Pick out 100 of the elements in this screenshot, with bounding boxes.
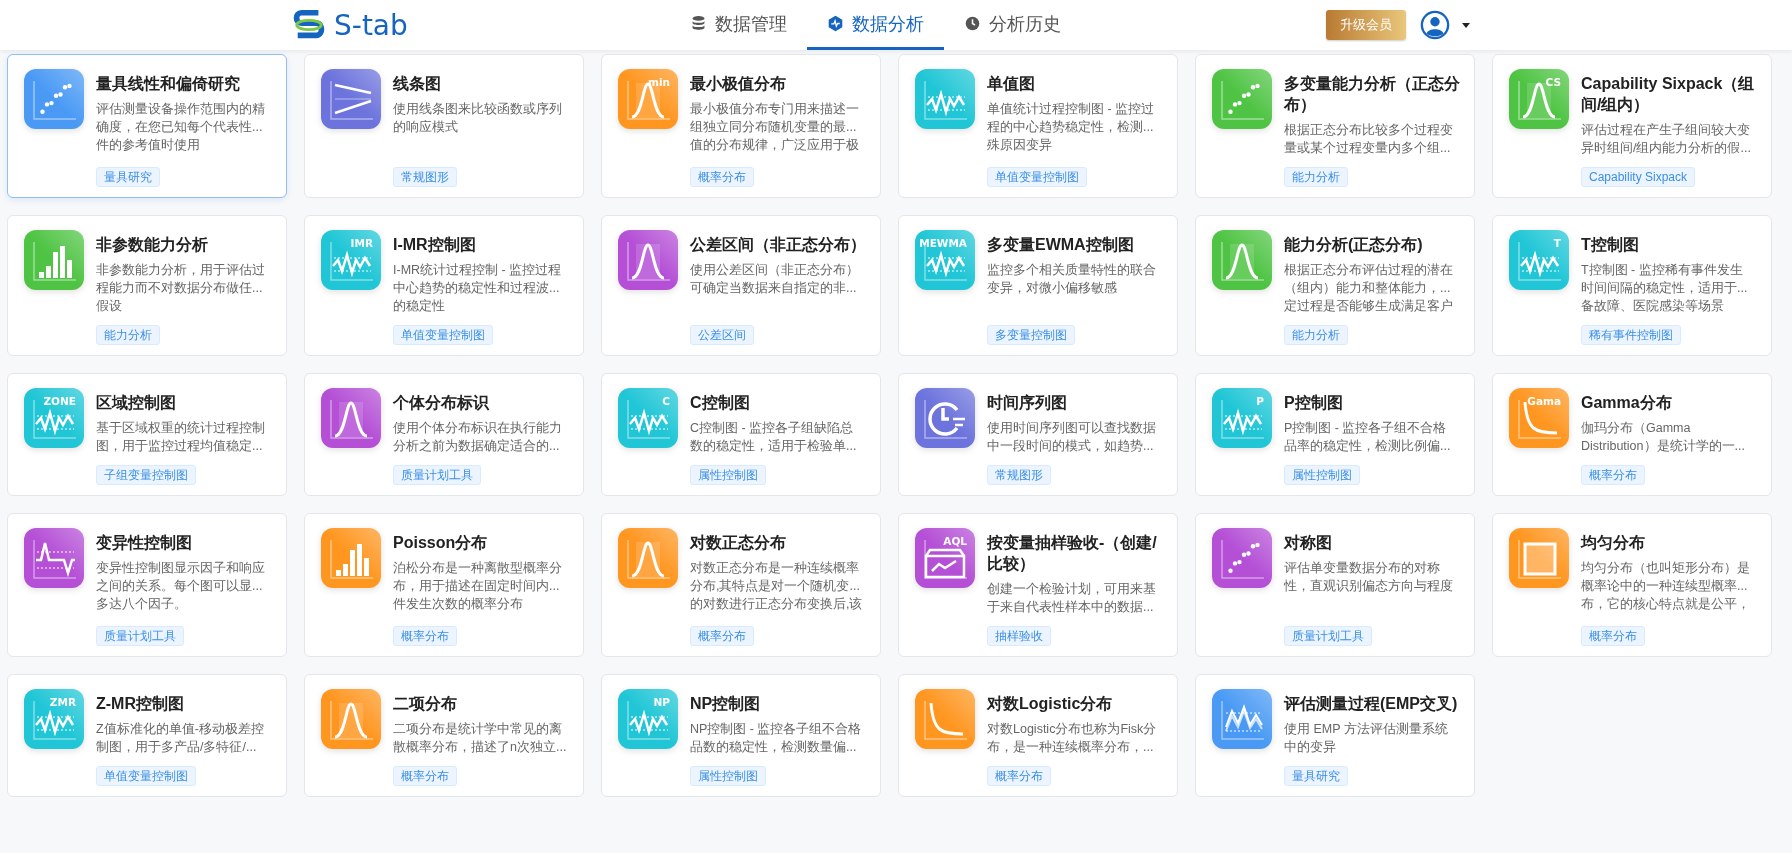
analysis-card[interactable]: IMR I-MR控制图 I-MR统计过程控制 - 监控过程 中心趋势的稳定性和过程波... 的稳定性 单值变量控制图 (304, 215, 584, 356)
card-title: 多变量能力分析（正态分布） (1284, 74, 1460, 115)
card-title: 均匀分布 (1581, 533, 1646, 553)
analysis-card[interactable]: 公差区间（非正态分布） 使用公差区间（非正态分布） 可确定当数据来自指定的非... 公差区间 (601, 215, 881, 356)
card-description: 使用时间序列图可以查找数据 中一段时间的模式，如趋势... (987, 420, 1157, 455)
analysis-card[interactable]: ZONE 区域控制图 基于区域权重的统计过程控制 图，用于监控过程均值稳定... 子组变量控制图 (7, 373, 287, 496)
category-tag: 属性控制图 (690, 766, 766, 786)
category-tag: 多变量控制图 (987, 325, 1075, 345)
category-tag: 能力分析 (1284, 325, 1348, 345)
clock-icon (963, 15, 981, 32)
card-description: 单值统计过程控制图 - 监控过 程的中心趋势稳定性，检测... 殊原因变异 (987, 101, 1156, 154)
card-title: 非参数能力分析 (96, 235, 209, 255)
nav-tab[interactable]: 数据分析 (806, 0, 944, 50)
card-title: Gamma分布 (1581, 393, 1673, 413)
analysis-card[interactable]: C C控制图 C控制图 - 监控各子组缺陷总 数的稳定性，适用于检验单... 属性控制图 (601, 373, 881, 496)
category-tag: 单值变量控制图 (96, 766, 196, 786)
card-description: 使用个体分布标识在执行能力 分析之前为数据确定适合的... (393, 420, 563, 455)
avatar-icon[interactable] (1420, 10, 1450, 40)
card-title: 能力分析(正态分布) (1284, 235, 1424, 255)
analysis-card[interactable]: NP NP控制图 NP控制图 - 监控各子组不合格 品数的稳定性，检测数量偏... 属性控制图 (601, 674, 881, 797)
caret-icon[interactable] (1462, 22, 1470, 28)
category-tag: 量具研究 (96, 167, 160, 187)
category-tag: 概率分布 (690, 626, 754, 646)
analysis-card[interactable]: Gama Gamma分布 伽玛分布（Gamma Distribution）是统计学的一... 概率分布 (1492, 373, 1772, 496)
card-title: I-MR控制图 (393, 235, 477, 255)
analysis-card[interactable]: P P控制图 P控制图 - 监控各子组不合格 品率的稳定性，检测比例偏... 属性控制图 (1195, 373, 1475, 496)
analysis-card[interactable]: 变异性控制图 变异性控制图显示因子和响应 之间的关系。每个图可以显... 多达八个因子。 质量计划工具 (7, 513, 287, 657)
card-description: 创建一个检验计划，可用来基 于来自代表性样本中的数据... (987, 581, 1157, 616)
card-title: 评估测量过程(EMP交叉) (1284, 694, 1459, 714)
card-title: 公差区间（非正态分布） (690, 235, 866, 255)
card-title: 时间序列图 (987, 393, 1068, 413)
analysis-card[interactable]: T T控制图 T控制图 - 监控稀有事件发生 时间间隔的稳定性，适用于... 备故障、医院感染等场景 稀有事件控制图 (1492, 215, 1772, 356)
card-title: 变异性控制图 (96, 533, 193, 553)
category-tag: 概率分布 (393, 766, 457, 786)
card-description: 二项分布是统计学中常见的离 散概率分布，描述了n次独立... (393, 721, 568, 756)
card-description: C控制图 - 监控各子组缺陷总 数的稳定性，适用于检验单... (690, 420, 858, 455)
nav-tab[interactable]: 分析历史 (943, 0, 1081, 50)
card-description: 均匀分布（也叫矩形分布）是 概率论中的一种连续型概率... 布，它的核心特点就是公平， (1581, 560, 1751, 613)
card-description: 非参数能力分析，用于评估过 程能力而不对数据分布做任... 假设 (96, 262, 266, 315)
category-tag: 单值变量控制图 (393, 325, 493, 345)
card-description: 对数正态分布是一种连续概率 分布,其特点是对一个随机变... 的对数进行正态分布变换后,该 (690, 560, 864, 613)
card-description: 根据正态分布比较多个过程变 量或某个过程变量内多个组... (1284, 122, 1454, 157)
analysis-card[interactable]: min 最小极值分布 最小极值分布专门用来描述一 组独立同分布随机变量的最... 值的分布规律，广泛应用于极 概率分布 (601, 54, 881, 198)
card-title: 线条图 (393, 74, 442, 94)
category-tag: 概率分布 (1581, 626, 1645, 646)
analysis-card[interactable]: 均匀分布 均匀分布（也叫矩形分布）是 概率论中的一种连续型概率... 布，它的核心特点就是公平， 概率分布 (1492, 513, 1772, 657)
analysis-card[interactable]: CS Capability Sixpack（组间/组内） 评估过程在产生子组间较大变 异时组间/组内能力分析的假... Capability Sixpack (1492, 54, 1772, 198)
card-description: 基于区域权重的统计过程控制 图，用于监控过程均值稳定... (96, 420, 266, 455)
nav-tab[interactable]: 数据管理 (669, 0, 807, 50)
category-tag: 属性控制图 (1284, 465, 1360, 485)
card-description: I-MR统计过程控制 - 监控过程 中心趋势的稳定性和过程波... 的稳定性 (393, 262, 563, 315)
logo-text[interactable]: S-tab (334, 8, 408, 42)
category-tag: 常规图形 (393, 167, 457, 187)
category-tag: 稀有事件控制图 (1581, 325, 1681, 345)
analysis-card[interactable]: 时间序列图 使用时间序列图可以查找数据 中一段时间的模式，如趋势... 常规图形 (898, 373, 1178, 496)
card-title: P控制图 (1284, 393, 1344, 413)
card-description: 泊松分布是一种离散型概率分 布，用于描述在固定时间内... 件发生次数的概率分布 (393, 560, 563, 613)
analysis-card[interactable]: 单值图 单值统计过程控制图 - 监控过 程的中心趋势稳定性，检测... 殊原因变异 单值变量控制图 (898, 54, 1178, 198)
analysis-card[interactable]: AQL 按变量抽样验收-（创建/比较） 创建一个检验计划，可用来基 于来自代表性样本中的数据... 抽样验收 (898, 513, 1178, 657)
analysis-card[interactable]: 线条图 使用线条图来比较函数或序列 的响应模式 常规图形 (304, 54, 584, 198)
card-title: 对数正态分布 (690, 533, 787, 553)
card-description: 最小极值分布专门用来描述一 组独立同分布随机变量的最... 值的分布规律，广泛应用于极 (690, 101, 860, 154)
card-description: NP控制图 - 监控各子组不合格 品数的稳定性，检测数量偏... (690, 721, 863, 756)
card-description: 变异性控制图显示因子和响应 之间的关系。每个图可以显... 多达八个因子。 (96, 560, 266, 613)
analysis-card[interactable]: 量具线性和偏倚研究 评估测量设备操作范围内的精 确度，在您已知每个代表性... 件的参考值时使用 量具研究 (7, 54, 287, 198)
analysis-card[interactable]: 个体分布标识 使用个体分布标识在执行能力 分析之前为数据确定适合的... 质量计划工具 (304, 373, 584, 496)
category-tag: 常规图形 (987, 465, 1051, 485)
card-title: 量具线性和偏倚研究 (96, 74, 241, 94)
analysis-card[interactable]: 非参数能力分析 非参数能力分析，用于评估过 程能力而不对数据分布做任... 假设 能力分析 (7, 215, 287, 356)
analysis-card[interactable]: 评估测量过程(EMP交叉) 使用 EMP 方法评估测量系统 中的变异 量具研究 (1195, 674, 1475, 797)
category-tag: 量具研究 (1284, 766, 1348, 786)
analysis-card[interactable]: 多变量能力分析（正态分布） 根据正态分布比较多个过程变 量或某个过程变量内多个组... 能力分析 (1195, 54, 1475, 198)
category-tag: 概率分布 (987, 766, 1051, 786)
card-title: 对数Logistic分布 (987, 694, 1114, 714)
analysis-card[interactable]: 对数正态分布 对数正态分布是一种连续概率 分布,其特点是对一个随机变... 的对数进行正态分布变换后,该 概率分布 (601, 513, 881, 657)
category-tag: 公差区间 (690, 325, 754, 345)
card-title: 区域控制图 (96, 393, 177, 413)
card-title: Poisson分布 (393, 533, 489, 553)
category-tag: 单值变量控制图 (987, 167, 1087, 187)
category-tag: 能力分析 (1284, 167, 1348, 187)
analysis-card[interactable]: MEWMA 多变量EWMA控制图 监控多个相关质量特性的联合 变异，对微小偏移敏感 多变量控制图 (898, 215, 1178, 356)
category-tag: 属性控制图 (690, 465, 766, 485)
category-tag: 概率分布 (393, 626, 457, 646)
analysis-card[interactable]: 能力分析(正态分布) 根据正态分布评估过程的潜在 （组内）能力和整体能力，... 定过程是否能够生成满足客户 能力分析 (1195, 215, 1475, 356)
card-description: 评估单变量数据分布的对称 性，直观识别偏态方向与程度 (1284, 560, 1454, 595)
card-description: 使用线条图来比较函数或序列 的响应模式 (393, 101, 563, 136)
analysis-card[interactable]: 对数Logistic分布 对数Logistic分布也称为Fisk分 布，是一种连续概率分布，... 概率分布 (898, 674, 1178, 797)
analysis-card[interactable]: 对称图 评估单变量数据分布的对称 性，直观识别偏态方向与程度 质量计划工具 (1195, 513, 1475, 657)
category-tag: 能力分析 (96, 325, 160, 345)
card-title: 最小极值分布 (690, 74, 787, 94)
card-description: 使用 EMP 方法评估测量系统 中的变异 (1284, 721, 1449, 756)
card-description: 伽玛分布（Gamma Distribution）是统计学的一... (1581, 420, 1746, 455)
card-description: 使用公差区间（非正态分布） 可确定当数据来自指定的非... (690, 262, 860, 297)
analysis-card[interactable]: ZMR Z-MR控制图 Z值标准化的单值-移动极差控 制图，用于多产品/多特征/... 单值变量控制图 (7, 674, 287, 797)
card-description: 监控多个相关质量特性的联合 变异，对微小偏移敏感 (987, 262, 1157, 297)
card-description: 对数Logistic分布也称为Fisk分 布，是一种连续概率分布，... (987, 721, 1158, 756)
analysis-card[interactable]: 二项分布 二项分布是统计学中常见的离 散概率分布，描述了n次独立... 概率分布 (304, 674, 584, 797)
analysis-card[interactable]: Poisson分布 泊松分布是一种离散型概率分 布，用于描述在固定时间内... 件发生次数的概率分布 概率分布 (304, 513, 584, 657)
card-title: 单值图 (987, 74, 1036, 94)
card-title: Capability Sixpack（组间/组内） (1581, 74, 1756, 115)
